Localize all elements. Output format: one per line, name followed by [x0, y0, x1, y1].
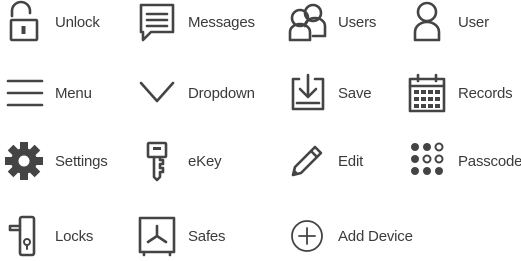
- door-lock-icon: [0, 214, 48, 258]
- safes-item[interactable]: Safes: [133, 214, 226, 258]
- unlock-item[interactable]: Unlock: [0, 0, 100, 44]
- users-label: Users: [338, 13, 377, 31]
- unlock-icon: [0, 0, 48, 44]
- edit-label: Edit: [338, 152, 364, 170]
- add-device-item[interactable]: Add Device: [283, 214, 413, 258]
- settings-label: Settings: [55, 152, 108, 170]
- users-icon: [283, 0, 331, 44]
- messages-icon: [133, 0, 181, 44]
- save-icon: [283, 71, 331, 115]
- dropdown-item[interactable]: Dropdown: [133, 71, 255, 115]
- unlock-label: Unlock: [55, 13, 100, 31]
- passcode-icon: [403, 139, 451, 183]
- locks-label: Locks: [55, 227, 94, 245]
- menu-item[interactable]: Menu: [0, 71, 92, 115]
- ekey-label: eKey: [188, 152, 222, 170]
- save-label: Save: [338, 84, 372, 102]
- users-item[interactable]: Users: [283, 0, 376, 44]
- messages-item[interactable]: Messages: [133, 0, 255, 44]
- passcode-item[interactable]: Passcode: [403, 139, 521, 183]
- add-device-label: Add Device: [338, 227, 413, 245]
- safe-icon: [133, 214, 181, 258]
- user-item[interactable]: User: [403, 0, 489, 44]
- ekey-item[interactable]: eKey: [133, 139, 222, 183]
- locks-item[interactable]: Locks: [0, 214, 93, 258]
- dropdown-label: Dropdown: [188, 84, 255, 102]
- user-label: User: [458, 13, 489, 31]
- passcode-label: Passcode: [458, 152, 521, 170]
- messages-label: Messages: [188, 13, 255, 31]
- gear-icon: [0, 139, 48, 183]
- edit-item[interactable]: Edit: [283, 139, 363, 183]
- save-item[interactable]: Save: [283, 71, 372, 115]
- chevron-down-icon: [133, 71, 181, 115]
- user-icon: [403, 0, 451, 44]
- calendar-icon: [403, 71, 451, 115]
- safes-label: Safes: [188, 227, 226, 245]
- settings-item[interactable]: Settings: [0, 139, 108, 183]
- menu-icon: [0, 71, 48, 115]
- records-label: Records: [458, 84, 513, 102]
- add-circle-icon: [283, 214, 331, 258]
- records-item[interactable]: Records: [403, 71, 513, 115]
- icon-grid: Unlock Messages Users User Menu Dropdown…: [0, 0, 521, 261]
- pencil-icon: [283, 139, 331, 183]
- key-icon: [133, 139, 181, 183]
- menu-label: Menu: [55, 84, 92, 102]
